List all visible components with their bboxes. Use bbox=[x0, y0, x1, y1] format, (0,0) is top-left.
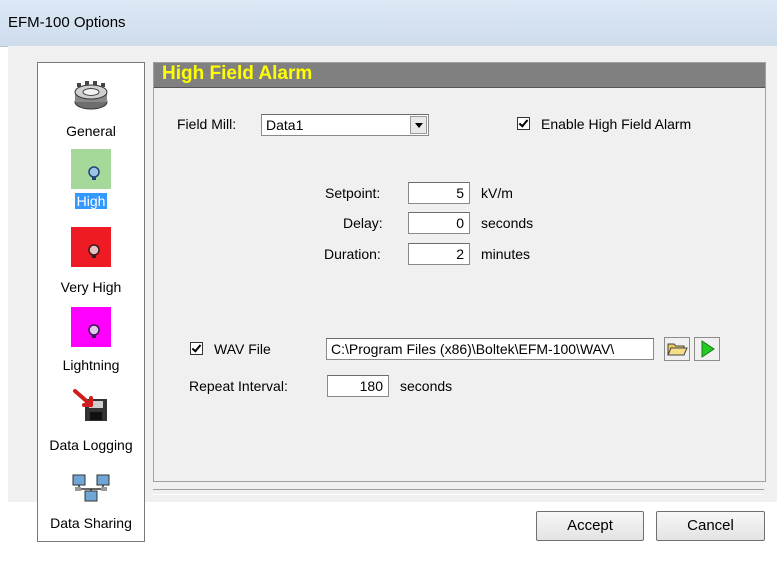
field-mill-label: Field Mill: bbox=[177, 116, 237, 132]
setpoint-label: Setpoint: bbox=[325, 185, 381, 201]
duration-label: Duration: bbox=[324, 246, 381, 262]
setpoint-input[interactable]: 5 bbox=[408, 182, 470, 204]
nav-label-very-high: Very High bbox=[60, 279, 122, 295]
duration-unit: minutes bbox=[481, 246, 531, 262]
network-icon bbox=[72, 474, 110, 502]
browse-folder-button[interactable] bbox=[664, 337, 690, 361]
window-title: EFM-100 Options bbox=[8, 14, 126, 31]
play-icon bbox=[701, 340, 715, 358]
nav-item-very-high[interactable]: Very High bbox=[38, 227, 144, 299]
delay-unit: seconds bbox=[481, 215, 534, 231]
repeat-interval-label: Repeat Interval: bbox=[189, 378, 288, 394]
panel-body bbox=[154, 87, 765, 482]
repeat-interval-unit: seconds bbox=[400, 378, 453, 394]
delay-input[interactable]: 0 bbox=[408, 212, 470, 234]
nav-label-high: High bbox=[74, 193, 108, 209]
floppy-disk-icon bbox=[73, 389, 107, 421]
play-wav-button[interactable] bbox=[694, 337, 720, 361]
nav-item-general[interactable]: General bbox=[38, 71, 144, 143]
field-mill-select[interactable]: Data1 bbox=[261, 114, 429, 136]
open-folder-icon bbox=[667, 343, 688, 356]
separator-line bbox=[153, 489, 764, 495]
enable-high-field-alarm-checkbox[interactable] bbox=[517, 117, 530, 130]
gear-icon bbox=[74, 81, 108, 110]
delay-label: Delay: bbox=[343, 215, 383, 231]
green-alarm-icon bbox=[71, 149, 111, 189]
panel-title: High Field Alarm bbox=[162, 63, 313, 84]
nav-label-lightning: Lightning bbox=[62, 357, 120, 373]
wav-path-input[interactable]: C:\Program Files (x86)\Boltek\EFM-100\WA… bbox=[326, 338, 654, 360]
field-mill-value: Data1 bbox=[266, 117, 304, 133]
panel-header: High Field Alarm bbox=[154, 63, 765, 87]
duration-input[interactable]: 2 bbox=[408, 243, 470, 265]
options-nav-list: General High Very High Lightning Data Lo… bbox=[37, 62, 145, 542]
nav-item-data-sharing[interactable]: Data Sharing bbox=[38, 465, 144, 539]
nav-item-lightning[interactable]: Lightning bbox=[38, 305, 144, 379]
chevron-down-icon[interactable] bbox=[410, 116, 427, 134]
nav-label-data-sharing: Data Sharing bbox=[50, 515, 132, 531]
title-bar[interactable]: EFM-100 Options bbox=[0, 0, 777, 47]
nav-label-general: General bbox=[66, 123, 116, 139]
wav-file-checkbox[interactable] bbox=[190, 342, 203, 355]
repeat-interval-input[interactable]: 180 bbox=[327, 375, 389, 397]
enable-high-field-alarm-label: Enable High Field Alarm bbox=[541, 116, 692, 132]
nav-item-high[interactable]: High bbox=[38, 149, 144, 221]
nav-label-data-logging: Data Logging bbox=[49, 437, 133, 453]
wav-file-label: WAV File bbox=[214, 341, 271, 357]
red-alarm-icon bbox=[71, 227, 111, 267]
setpoint-unit: kV/m bbox=[481, 185, 513, 201]
nav-item-data-logging[interactable]: Data Logging bbox=[38, 383, 144, 461]
cancel-button[interactable]: Cancel bbox=[656, 511, 765, 541]
accept-button[interactable]: Accept bbox=[536, 511, 644, 541]
magenta-alarm-icon bbox=[71, 307, 111, 347]
